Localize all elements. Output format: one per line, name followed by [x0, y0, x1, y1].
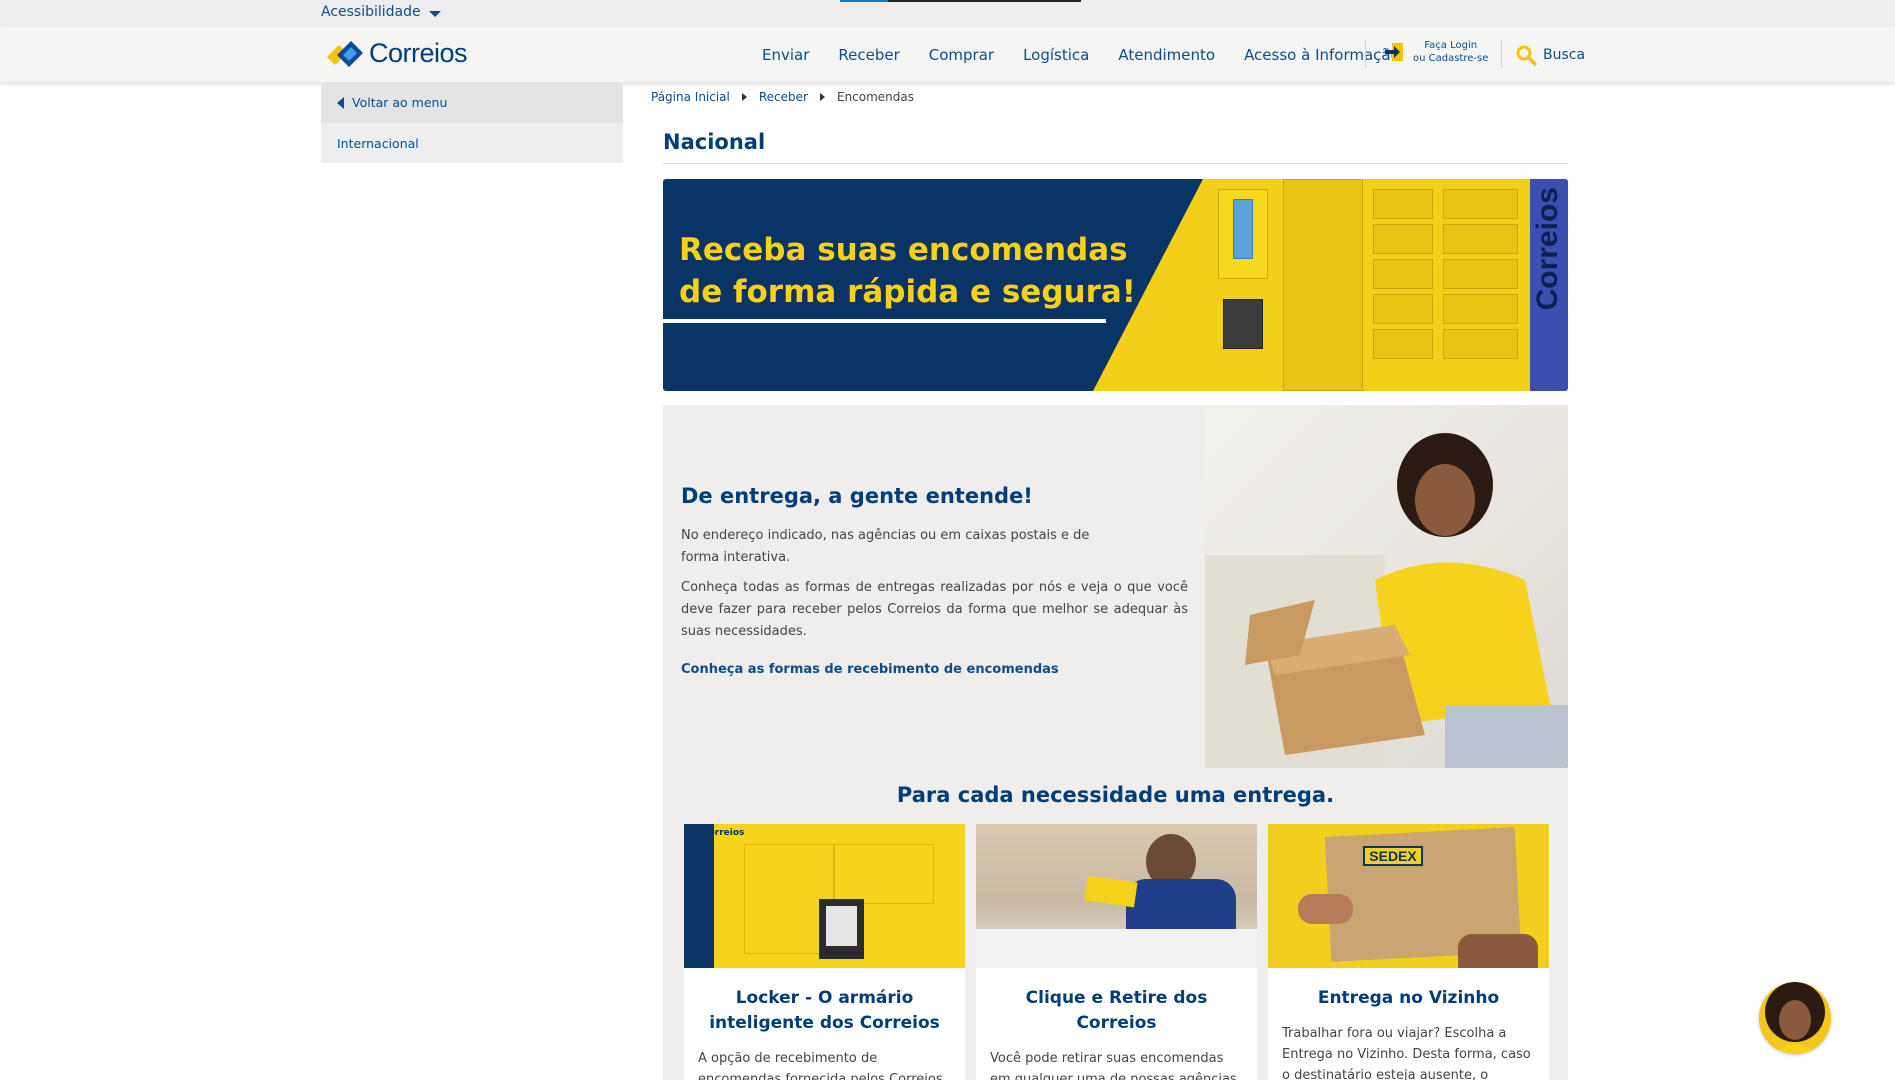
card-title: Entrega no Vizinho: [1317, 988, 1500, 1008]
utility-bar: Acessibilidade: [0, 0, 1895, 27]
main-header: Correios Enviar Receber Comprar Logístic…: [0, 27, 1895, 82]
section-title: Para cada necessidade uma entrega.: [896, 783, 1335, 807]
card-clique-retire[interactable]: Clique e Retire dos Correios Você pode r…: [976, 824, 1257, 1080]
login-button[interactable]: Faça Login ou Cadastre-se: [1383, 39, 1488, 65]
breadcrumb: Página Inicial Receber Encomendas: [651, 90, 914, 104]
card-title: Clique e Retire dos Correios: [1025, 988, 1208, 1033]
chevron-left-icon: [337, 96, 344, 109]
banner-headline: Receba suas encomendas de forma rápida e…: [679, 229, 1136, 313]
feature-paragraph-1: No endereço indicado, nas agências ou em…: [681, 528, 1090, 565]
nav-divider: [1501, 40, 1502, 68]
nav-divider: [1365, 40, 1366, 68]
breadcrumb-arrow-icon: [819, 93, 825, 101]
card-entrega-vizinho[interactable]: SEDEX Entrega no Vizinho Trabalhar fora …: [1268, 824, 1549, 1080]
register-label: ou Cadastre-se: [1413, 53, 1489, 64]
banner-line-2: de forma rápida e segura!: [679, 274, 1136, 310]
nav-enviar[interactable]: Enviar: [762, 46, 809, 64]
feature-heading: De entrega, a gente entende!: [681, 484, 1033, 508]
correios-logo[interactable]: Correios: [325, 37, 468, 69]
nav-receber[interactable]: Receber: [838, 46, 899, 64]
accessibility-label[interactable]: Acessibilidade: [321, 4, 421, 20]
banner-side-brand: Correios: [1531, 187, 1564, 311]
search-icon: [1516, 45, 1537, 66]
search-button[interactable]: Busca: [1515, 44, 1585, 66]
banner-underline: [663, 319, 1106, 323]
sedex-label: SEDEX: [1363, 846, 1423, 866]
hero-banner[interactable]: Correios Receba suas encomendas de forma…: [663, 179, 1568, 391]
title-divider: [663, 163, 1568, 164]
sedex-box-photo: SEDEX: [1268, 824, 1549, 968]
counter-card-photo: [976, 824, 1257, 968]
banner-line-1: Receba suas encomendas: [679, 232, 1128, 268]
card-text: A opção de recebimento de encomendas for…: [698, 1051, 943, 1080]
card-locker[interactable]: Correios Locker - O armário inteligente …: [684, 824, 965, 1080]
brand-name: Correios: [369, 37, 468, 68]
scroll-indicator: [840, 0, 888, 2]
main-nav: Enviar Receber Comprar Logística Atendim…: [762, 46, 1400, 64]
chat-assistant-avatar[interactable]: [1759, 982, 1831, 1054]
woman-illustration: [1205, 433, 1568, 768]
page-title: Nacional: [663, 130, 766, 154]
card-title: Locker - O armário inteligente dos Corre…: [709, 988, 940, 1033]
login-icon: [1385, 43, 1403, 61]
card-text: Trabalhar fora ou viajar? Escolha a Entr…: [1282, 1026, 1531, 1080]
accessibility-menu[interactable]: Acessibilidade: [321, 4, 441, 20]
search-label: Busca: [1543, 47, 1586, 63]
correios-logo-icon: [327, 41, 363, 67]
locker-photo: [1093, 179, 1568, 391]
card-text: Você pode retirar suas encomendas em qua…: [990, 1051, 1241, 1080]
breadcrumb-receber[interactable]: Receber: [759, 90, 808, 104]
chevron-down-icon[interactable]: [428, 10, 441, 17]
locker-card-photo: Correios: [684, 824, 965, 968]
nav-comprar[interactable]: Comprar: [929, 46, 994, 64]
sidebar-item-internacional[interactable]: Internacional: [321, 123, 623, 163]
login-label: Faça Login: [1424, 40, 1478, 51]
nav-acesso-informacao[interactable]: Acesso à Informação: [1244, 46, 1400, 64]
nav-atendimento[interactable]: Atendimento: [1118, 46, 1215, 64]
breadcrumb-home[interactable]: Página Inicial: [651, 90, 730, 104]
receiving-options-link[interactable]: Conheça as formas de recebimento de enco…: [681, 662, 1059, 677]
back-to-menu-label: Voltar ao menu: [352, 95, 448, 110]
back-to-menu-button[interactable]: Voltar ao menu: [321, 82, 623, 123]
scroll-track: [888, 0, 1081, 2]
breadcrumb-current: Encomendas: [836, 90, 915, 104]
sidebar: Voltar ao menu Internacional: [321, 82, 623, 163]
banner-side-strip: Correios: [1530, 179, 1568, 391]
woman-with-box-photo: [1205, 405, 1568, 768]
breadcrumb-arrow-icon: [741, 93, 747, 101]
feature-paragraph-2: Conheça todas as formas de entregas real…: [681, 580, 1188, 639]
assistant-face-icon: [1765, 982, 1825, 1054]
nav-logistica[interactable]: Logística: [1023, 46, 1089, 64]
locker-logo-text: Correios: [702, 828, 745, 838]
